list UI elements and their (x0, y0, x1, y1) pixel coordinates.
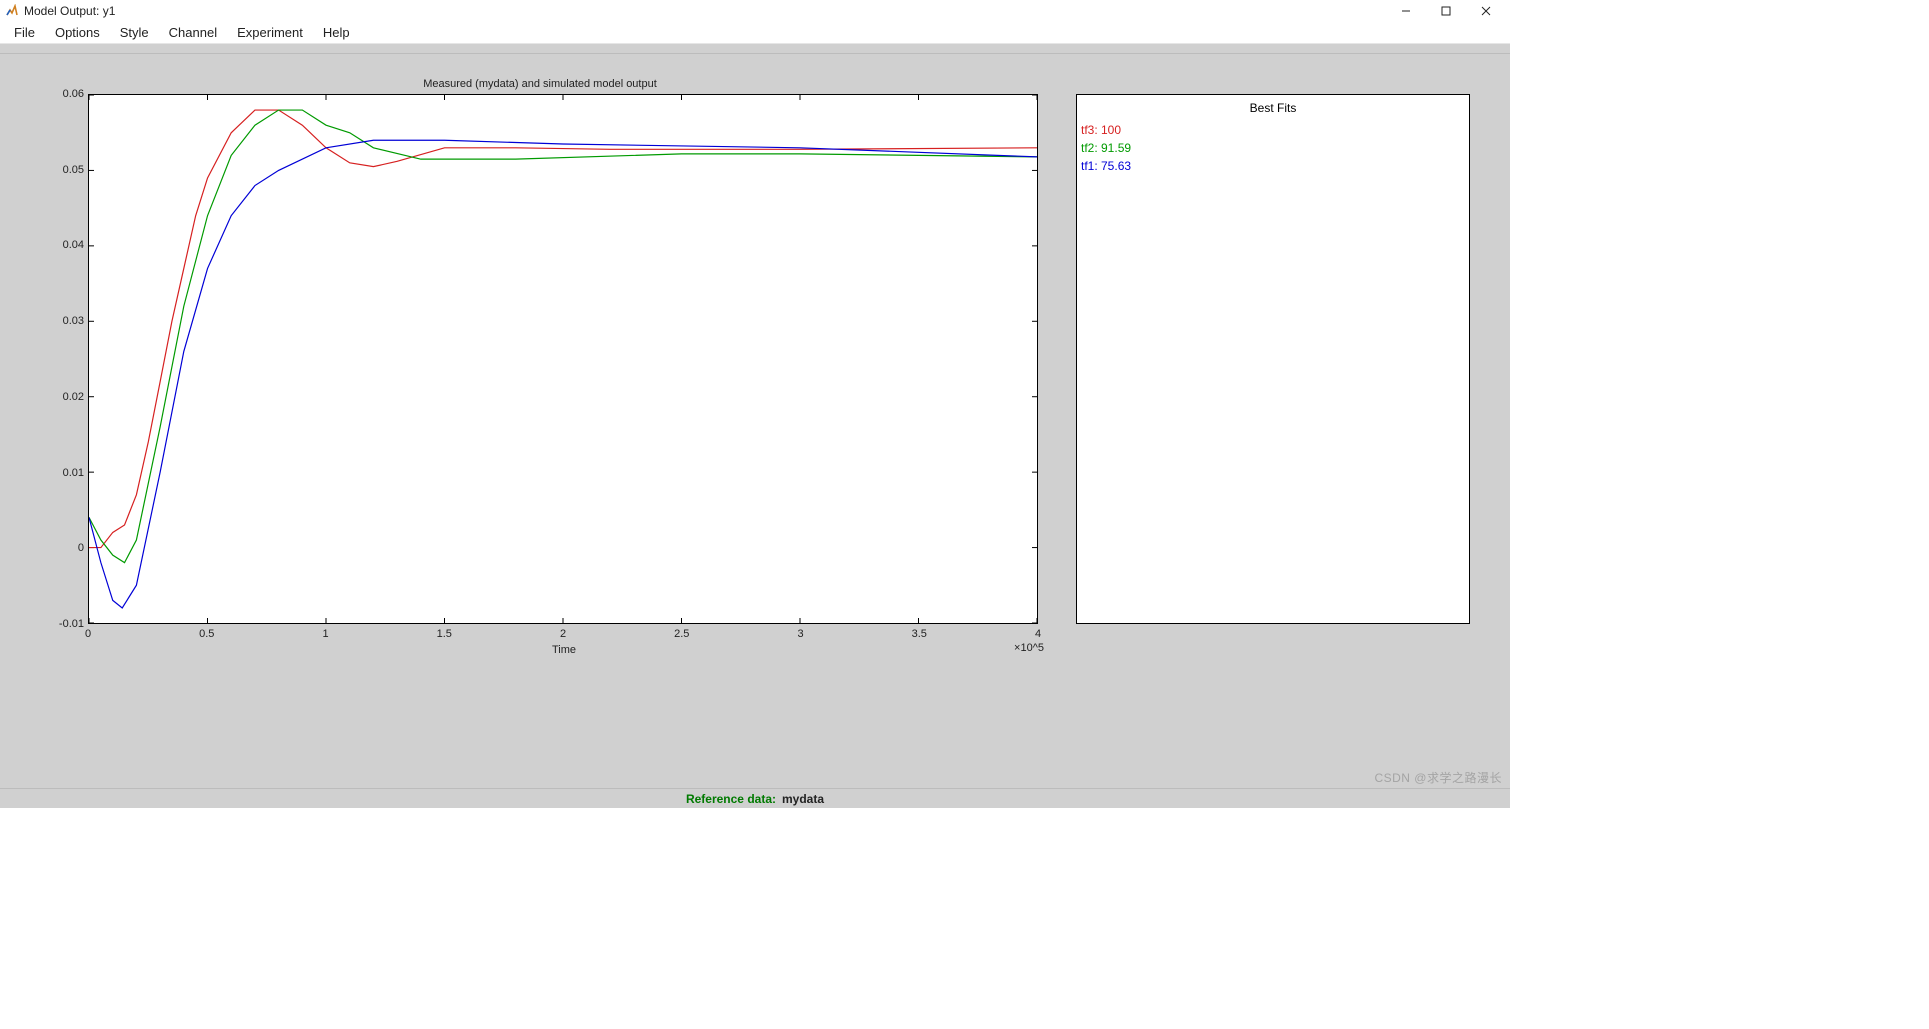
menu-help[interactable]: Help (313, 23, 360, 42)
window-controls (1386, 0, 1506, 22)
maximize-button[interactable] (1426, 0, 1466, 22)
x-tick-label: 4 (1035, 628, 1041, 640)
minimize-button[interactable] (1386, 0, 1426, 22)
y-tick-label: 0.01 (46, 467, 84, 479)
chart-axes[interactable]: Measured (mydata) and simulated model ou… (40, 94, 1040, 654)
legend-item[interactable]: tf1: 75.63 (1081, 157, 1465, 175)
legend-box: Best Fits tf3: 100tf2: 91.59tf1: 75.63 (1076, 94, 1470, 624)
y-tick-label: 0.03 (46, 315, 84, 327)
x-tick-label: 0.5 (199, 628, 214, 640)
y-tick-label: 0.04 (46, 239, 84, 251)
matlab-icon (4, 3, 20, 19)
y-tick-label: -0.01 (46, 618, 84, 630)
menubar: FileOptionsStyleChannelExperimentHelp (0, 22, 1510, 44)
close-button[interactable] (1466, 0, 1506, 22)
x-tick-label: 2.5 (674, 628, 689, 640)
window-title: Model Output: y1 (24, 4, 115, 18)
app-window: Model Output: y1 FileOptionsStyleChannel… (0, 0, 1510, 808)
y-tick-label: 0.06 (46, 88, 84, 100)
menu-options[interactable]: Options (45, 23, 110, 42)
x-tick-label: 3 (797, 628, 803, 640)
reference-value: mydata (782, 792, 824, 806)
legend-title: Best Fits (1081, 101, 1465, 115)
x-tick-label: 3.5 (912, 628, 927, 640)
titlebar: Model Output: y1 (0, 0, 1510, 22)
toolstrip (0, 44, 1510, 54)
y-tick-label: 0 (46, 542, 84, 554)
menu-channel[interactable]: Channel (159, 23, 227, 42)
plot-box[interactable] (88, 94, 1038, 624)
statusbar: Reference data: mydata (0, 788, 1510, 808)
menu-style[interactable]: Style (110, 23, 159, 42)
x-tick-label: 1.5 (437, 628, 452, 640)
legend-item[interactable]: tf2: 91.59 (1081, 139, 1465, 157)
legend-panel: Best Fits tf3: 100tf2: 91.59tf1: 75.63 (1076, 94, 1470, 718)
x-tick-label: 1 (322, 628, 328, 640)
x-tick-label: 0 (85, 628, 91, 640)
menu-experiment[interactable]: Experiment (227, 23, 313, 42)
x-axis-label: Time (88, 644, 1040, 656)
chart-title: Measured (mydata) and simulated model ou… (40, 78, 1040, 90)
watermark-text: CSDN @求学之路漫长 (1374, 769, 1502, 786)
x-tick-label: 2 (560, 628, 566, 640)
reference-label: Reference data: (686, 792, 776, 806)
legend-item[interactable]: tf3: 100 (1081, 121, 1465, 139)
y-tick-label: 0.02 (46, 391, 84, 403)
figure-area: Measured (mydata) and simulated model ou… (40, 94, 1470, 718)
y-tick-label: 0.05 (46, 164, 84, 176)
x-axis-exponent: ×10^5 (1014, 642, 1044, 654)
workspace: Measured (mydata) and simulated model ou… (0, 54, 1510, 788)
menu-file[interactable]: File (4, 23, 45, 42)
